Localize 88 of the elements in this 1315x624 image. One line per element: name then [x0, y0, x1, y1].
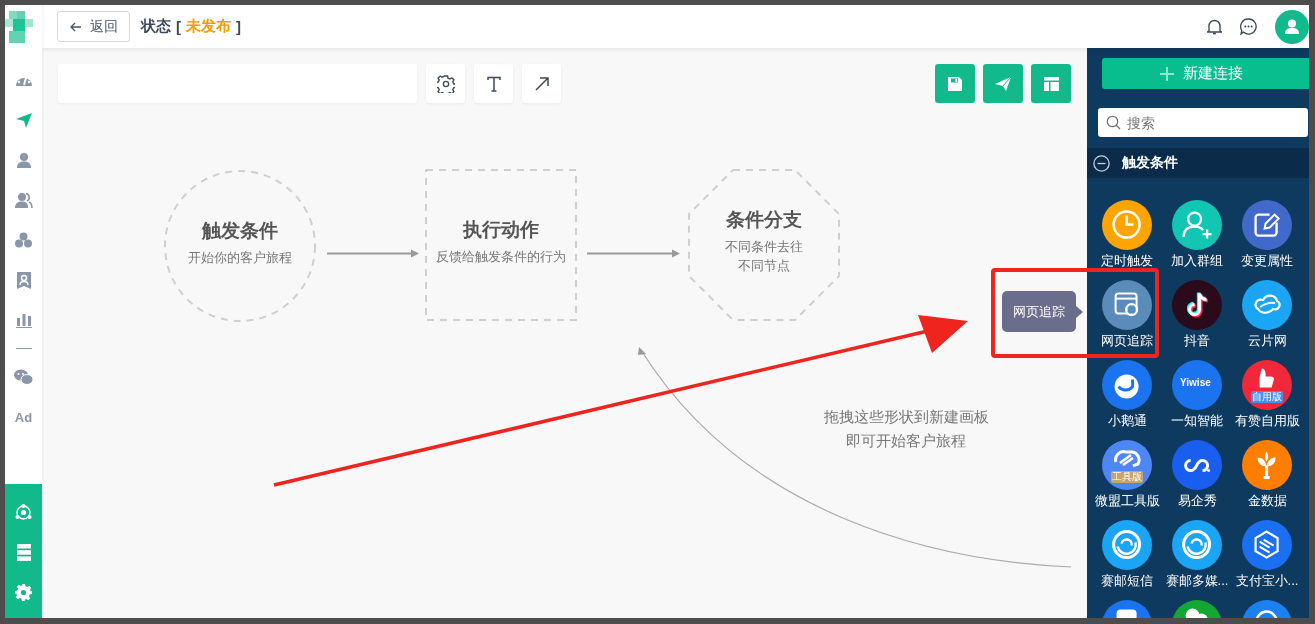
circle-node[interactable]: 触发条件 开始你的客户旅程 — [164, 170, 316, 322]
hint-text: 拖拽这些形状到新建画板即可开始客户旅程 — [822, 407, 990, 451]
plus-icon — [1160, 66, 1174, 81]
people-icon[interactable] — [14, 192, 33, 208]
layout-icon — [1043, 76, 1059, 91]
app-icon[interactable] — [1172, 520, 1222, 570]
app-label: 赛邮短信 — [1101, 572, 1153, 590]
node-subtitle: 不同条件去往不同节点 — [724, 238, 804, 275]
person-plus-icon — [1182, 210, 1214, 241]
node-subtitle: 开始你的客户旅程 — [188, 248, 292, 267]
node-subtitle: 反馈给触发条件的行为 — [436, 247, 566, 266]
app-icon[interactable] — [1102, 520, 1152, 570]
app-label: 小鹅通 — [1107, 412, 1147, 430]
edit-icon — [1254, 213, 1281, 238]
bell-icon[interactable] — [1207, 18, 1222, 35]
app-label: 定时触发 — [1101, 252, 1153, 270]
section-title: 触发条件 — [1122, 154, 1178, 172]
hexagon-icon — [1254, 530, 1280, 560]
app-label: 云片网 — [1247, 332, 1287, 350]
badge-text: Yiwise — [1180, 377, 1211, 389]
app-icon[interactable] — [1242, 520, 1292, 570]
app-label: 变更属性 — [1241, 252, 1293, 270]
app-label: 有赞自用版 — [1234, 412, 1300, 430]
app-label: 金数据 — [1247, 492, 1287, 510]
text-tool-button[interactable] — [474, 64, 513, 103]
arrow-left-icon — [69, 21, 82, 32]
octagon-node[interactable]: 条件分支 不同条件去往不同节点 — [688, 169, 840, 321]
back-button[interactable]: 返回 — [57, 11, 130, 42]
bar-chart-icon[interactable] — [15, 312, 32, 328]
app-label: 微盟工具版 — [1094, 492, 1160, 510]
plant-icon — [1256, 450, 1278, 480]
page-title: 状态 — [141, 17, 171, 36]
app-icon[interactable] — [1242, 200, 1292, 250]
app-label: 易企秀 — [1177, 492, 1217, 510]
app-label: 一知智能 — [1171, 412, 1223, 430]
settings-icon — [436, 74, 455, 93]
app-label: 加入群组 — [1171, 252, 1223, 270]
text-tool-icon — [485, 75, 502, 92]
status-label: 未发布 — [186, 17, 231, 36]
node-title: 触发条件 — [202, 218, 278, 243]
search-field[interactable]: 搜索 — [1098, 108, 1308, 137]
arrow-tool-button[interactable] — [522, 64, 561, 103]
person-icon[interactable] — [15, 152, 32, 168]
app-icon[interactable] — [1102, 200, 1152, 250]
new-connection-button[interactable]: 新建连接 — [1102, 58, 1309, 89]
app-icon[interactable] — [1172, 280, 1222, 330]
square-node[interactable]: 执行动作 反馈给触发条件的行为 — [425, 169, 577, 321]
cloud-loop-icon — [1114, 450, 1141, 468]
save-icon — [948, 76, 962, 91]
node-title: 条件分支 — [726, 208, 802, 232]
chat-bubbles-icon[interactable] — [14, 369, 33, 385]
ad-link[interactable]: Ad — [14, 409, 33, 425]
app-icon[interactable]: 工具版 — [1102, 440, 1152, 490]
app-icon[interactable] — [1172, 200, 1222, 250]
contact-card-icon[interactable] — [16, 271, 31, 289]
app-icon[interactable] — [1102, 280, 1152, 330]
app-icon[interactable]: Yiwise — [1172, 360, 1222, 410]
badge-text: 工具版 — [1111, 471, 1143, 483]
node-title: 执行动作 — [463, 217, 539, 242]
swirl-icon — [1182, 530, 1212, 560]
app-icon[interactable] — [1242, 280, 1292, 330]
cloud-icon — [1253, 294, 1282, 315]
app-icon[interactable]: 自用版 — [1242, 360, 1292, 410]
swirl-icon — [1112, 530, 1142, 560]
app-icon[interactable] — [1242, 440, 1292, 490]
app-label: 网页追踪 — [1101, 332, 1153, 350]
app-label: 支付宝小... — [1235, 572, 1299, 590]
goose-icon — [1113, 373, 1141, 401]
search-icon — [1106, 115, 1121, 130]
tooltip-pointer — [1076, 305, 1083, 318]
tooltip: 网页追踪 — [1002, 291, 1076, 332]
arrow-tool-icon — [533, 75, 550, 92]
settings-button[interactable] — [426, 64, 465, 103]
music-note-icon — [1187, 291, 1210, 318]
clock-icon — [1112, 210, 1142, 240]
three-circles-icon[interactable] — [15, 232, 32, 248]
app-label: 赛邮多媒... — [1165, 572, 1229, 590]
app-icon[interactable] — [1102, 360, 1152, 410]
bracket: [ — [176, 18, 181, 35]
browser-target-icon — [1114, 292, 1141, 319]
app-label: 抖音 — [1184, 332, 1210, 350]
bracket: ] — [236, 18, 241, 35]
thumbs-up-icon — [1258, 367, 1276, 390]
collapse-icon[interactable] — [1093, 154, 1110, 172]
app-icon[interactable] — [1172, 440, 1222, 490]
badge-text: 自用版 — [1251, 391, 1283, 403]
send-icon — [995, 76, 1011, 91]
infinity-icon — [1184, 459, 1213, 475]
